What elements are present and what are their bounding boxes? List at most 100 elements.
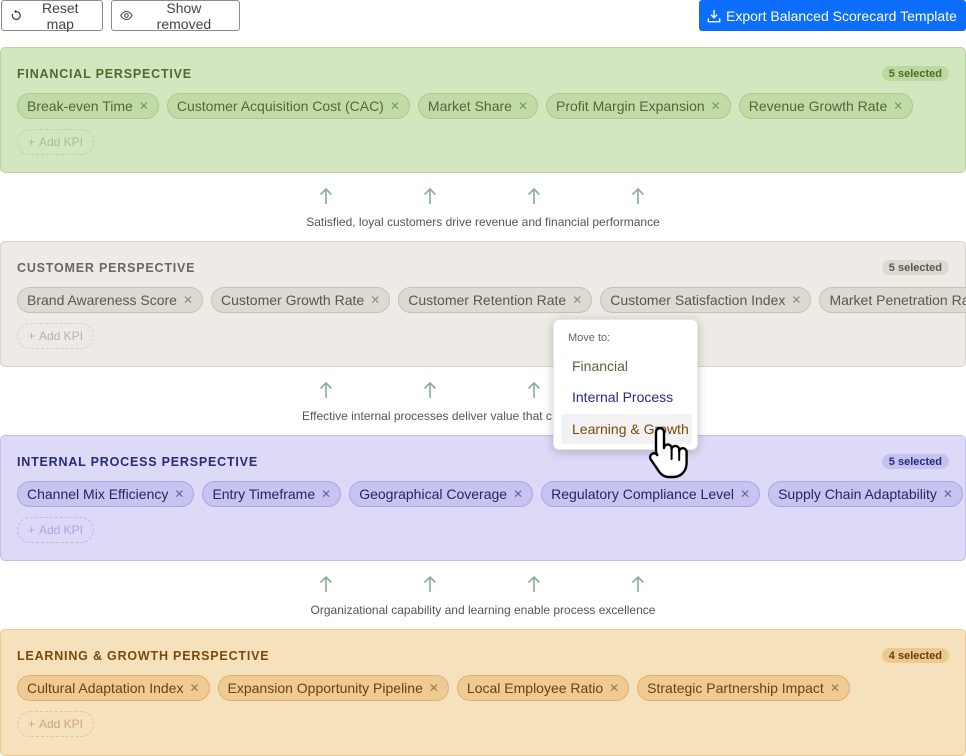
add-kpi-button[interactable]: + Add KPI: [17, 323, 94, 349]
close-icon[interactable]: ✕: [321, 487, 331, 501]
close-icon[interactable]: ✕: [791, 293, 801, 307]
arrow-up-icon: [319, 575, 333, 593]
kpi-chip-label: Customer Acquisition Cost (CAC): [176, 98, 384, 114]
selected-count-badge: 4 selected: [881, 648, 949, 663]
move-to-menu-title: Move to:: [568, 332, 611, 344]
connector-caption: Organizational capability and learning e…: [310, 603, 656, 617]
close-icon[interactable]: ✕: [429, 681, 439, 695]
kpi-chip[interactable]: Customer Retention Rate ✕: [398, 287, 593, 313]
plus-icon: +: [27, 717, 35, 731]
arrow-up-icon: [527, 575, 541, 593]
kpi-chip[interactable]: Customer Growth Rate ✕: [211, 287, 391, 313]
export-label: Export Balanced Scorecard Template: [726, 7, 957, 24]
arrow-up-icon: [319, 381, 333, 399]
kpi-chip-label: Customer Retention Rate: [408, 292, 567, 308]
kpi-chip[interactable]: Customer Acquisition Cost (CAC) ✕: [166, 93, 410, 119]
kpi-chip[interactable]: Local Employee Ratio ✕: [456, 675, 630, 701]
kpi-chip-label: Local Employee Ratio: [466, 680, 604, 696]
connector-caption: Satisfied, loyal customers drive revenue…: [306, 215, 660, 229]
perspective-title: INTERNAL PROCESS PERSPECTIVE: [17, 455, 258, 469]
add-kpi-button[interactable]: + Add KPI: [17, 517, 94, 543]
kpi-chip-list: Cultural Adaptation Index ✕ Expansion Opp…: [17, 675, 850, 701]
kpi-chip-list: Channel Mix Efficiency ✕ Entry Timeframe ✕…: [17, 481, 963, 507]
close-icon[interactable]: ✕: [513, 487, 523, 501]
plus-icon: +: [27, 329, 35, 343]
kpi-chip[interactable]: Regulatory Compliance Level ✕: [541, 481, 761, 507]
kpi-chip[interactable]: Revenue Growth Rate ✕: [738, 93, 914, 119]
close-icon[interactable]: ✕: [830, 681, 840, 695]
kpi-chip[interactable]: Customer Satisfaction Index ✕: [600, 287, 812, 313]
kpi-chip[interactable]: Market Penetration Rate✕: [819, 287, 966, 313]
kpi-chip-label: Channel Mix Efficiency: [27, 486, 169, 502]
close-icon[interactable]: ✕: [609, 681, 619, 695]
connector-customer-internal: Effective internal processes deliver val…: [0, 367, 966, 435]
kpi-chip[interactable]: Expansion Opportunity Pipeline ✕: [217, 675, 449, 701]
kpi-chip[interactable]: Profit Margin Expansion ✕: [546, 93, 731, 119]
learning-growth-perspective-panel: LEARNING & GROWTH PERSPECTIVE 4 selected…: [0, 629, 966, 756]
arrow-up-icon: [423, 575, 437, 593]
kpi-chip[interactable]: Market Share ✕: [417, 93, 539, 119]
add-kpi-label: Add KPI: [38, 523, 84, 537]
arrow-up-icon: [631, 187, 645, 205]
kpi-chip[interactable]: Channel Mix Efficiency ✕: [17, 481, 195, 507]
arrow-up-icon: [631, 575, 645, 593]
close-icon[interactable]: ✕: [893, 99, 903, 113]
add-kpi-button[interactable]: + Add KPI: [17, 129, 94, 155]
financial-perspective-panel: FINANCIAL PERSPECTIVE 5 selected Break-e…: [0, 47, 966, 173]
close-icon[interactable]: ✕: [390, 99, 400, 113]
kpi-chip-label: Geographical Coverage: [359, 486, 508, 502]
kpi-chip-label: Regulatory Compliance Level: [551, 486, 735, 502]
kpi-chip-label: Expansion Opportunity Pipeline: [227, 680, 423, 696]
internal-process-perspective-panel: INTERNAL PROCESS PERSPECTIVE 5 selected …: [0, 435, 966, 561]
add-kpi-label: Add KPI: [38, 717, 84, 731]
kpi-chip[interactable]: Entry Timeframe ✕: [202, 481, 342, 507]
close-icon[interactable]: ✕: [183, 293, 193, 307]
kpi-chip-label: Market Penetration Rate: [829, 292, 966, 308]
kpi-chip-label: Supply Chain Adaptability: [778, 486, 937, 502]
plus-icon: +: [27, 135, 35, 149]
kpi-chip-label: Market Share: [427, 98, 512, 114]
close-icon[interactable]: ✕: [943, 487, 953, 501]
show-removed-button[interactable]: Show removed: [111, 0, 240, 32]
add-kpi-label: Add KPI: [38, 329, 84, 343]
kpi-chip-label: Revenue Growth Rate: [748, 98, 888, 114]
kpi-chip-label: Entry Timeframe: [212, 486, 316, 502]
download-icon: [707, 9, 721, 22]
selected-count-badge: 5 selected: [881, 260, 949, 275]
kpi-chip[interactable]: Brand Awareness Score ✕: [17, 287, 204, 313]
kpi-chip-label: Break-even Time: [27, 98, 133, 114]
reset-map-button[interactable]: Reset map: [1, 0, 103, 32]
kpi-chip[interactable]: Strategic Partnership Impact ✕: [637, 675, 850, 701]
toolbar: Reset map Show removed Export Balanced S…: [0, 0, 966, 32]
connector-caption: Effective internal processes deliver val…: [302, 409, 552, 423]
move-to-internal-process-item[interactable]: Internal Process: [561, 382, 692, 412]
arrow-up-icon: [319, 187, 333, 205]
eye-icon: [120, 10, 133, 21]
export-button[interactable]: Export Balanced Scorecard Template: [699, 0, 966, 31]
kpi-chip[interactable]: Supply Chain Adaptability ✕: [768, 481, 963, 507]
close-icon[interactable]: ✕: [572, 293, 582, 307]
reset-icon: [11, 9, 21, 21]
kpi-chip-label: Strategic Partnership Impact: [647, 680, 824, 696]
arrow-up-icon: [423, 187, 437, 205]
hand-pointer-icon: [648, 426, 688, 479]
close-icon[interactable]: ✕: [370, 293, 380, 307]
kpi-chip-label: Customer Growth Rate: [221, 292, 365, 308]
close-icon[interactable]: ✕: [139, 99, 149, 113]
customer-perspective-panel: CUSTOMER PERSPECTIVE 5 selected Brand Aw…: [0, 241, 966, 367]
add-kpi-label: Add KPI: [38, 135, 84, 149]
close-icon[interactable]: ✕: [711, 99, 721, 113]
add-kpi-button[interactable]: + Add KPI: [17, 711, 94, 737]
move-to-financial-item[interactable]: Financial: [561, 351, 692, 381]
kpi-chip-list: Brand Awareness Score ✕ Customer Growth R…: [17, 287, 966, 313]
close-icon[interactable]: ✕: [189, 681, 199, 695]
close-icon[interactable]: ✕: [740, 487, 750, 501]
close-icon[interactable]: ✕: [174, 487, 184, 501]
kpi-chip[interactable]: Break-even Time ✕: [17, 93, 159, 119]
kpi-chip[interactable]: Cultural Adaptation Index ✕: [17, 675, 210, 701]
arrow-up-icon: [527, 381, 541, 399]
kpi-chip-label: Brand Awareness Score: [27, 292, 177, 308]
kpi-chip-label: Cultural Adaptation Index: [27, 680, 184, 696]
kpi-chip[interactable]: Geographical Coverage ✕: [349, 481, 534, 507]
close-icon[interactable]: ✕: [518, 99, 528, 113]
